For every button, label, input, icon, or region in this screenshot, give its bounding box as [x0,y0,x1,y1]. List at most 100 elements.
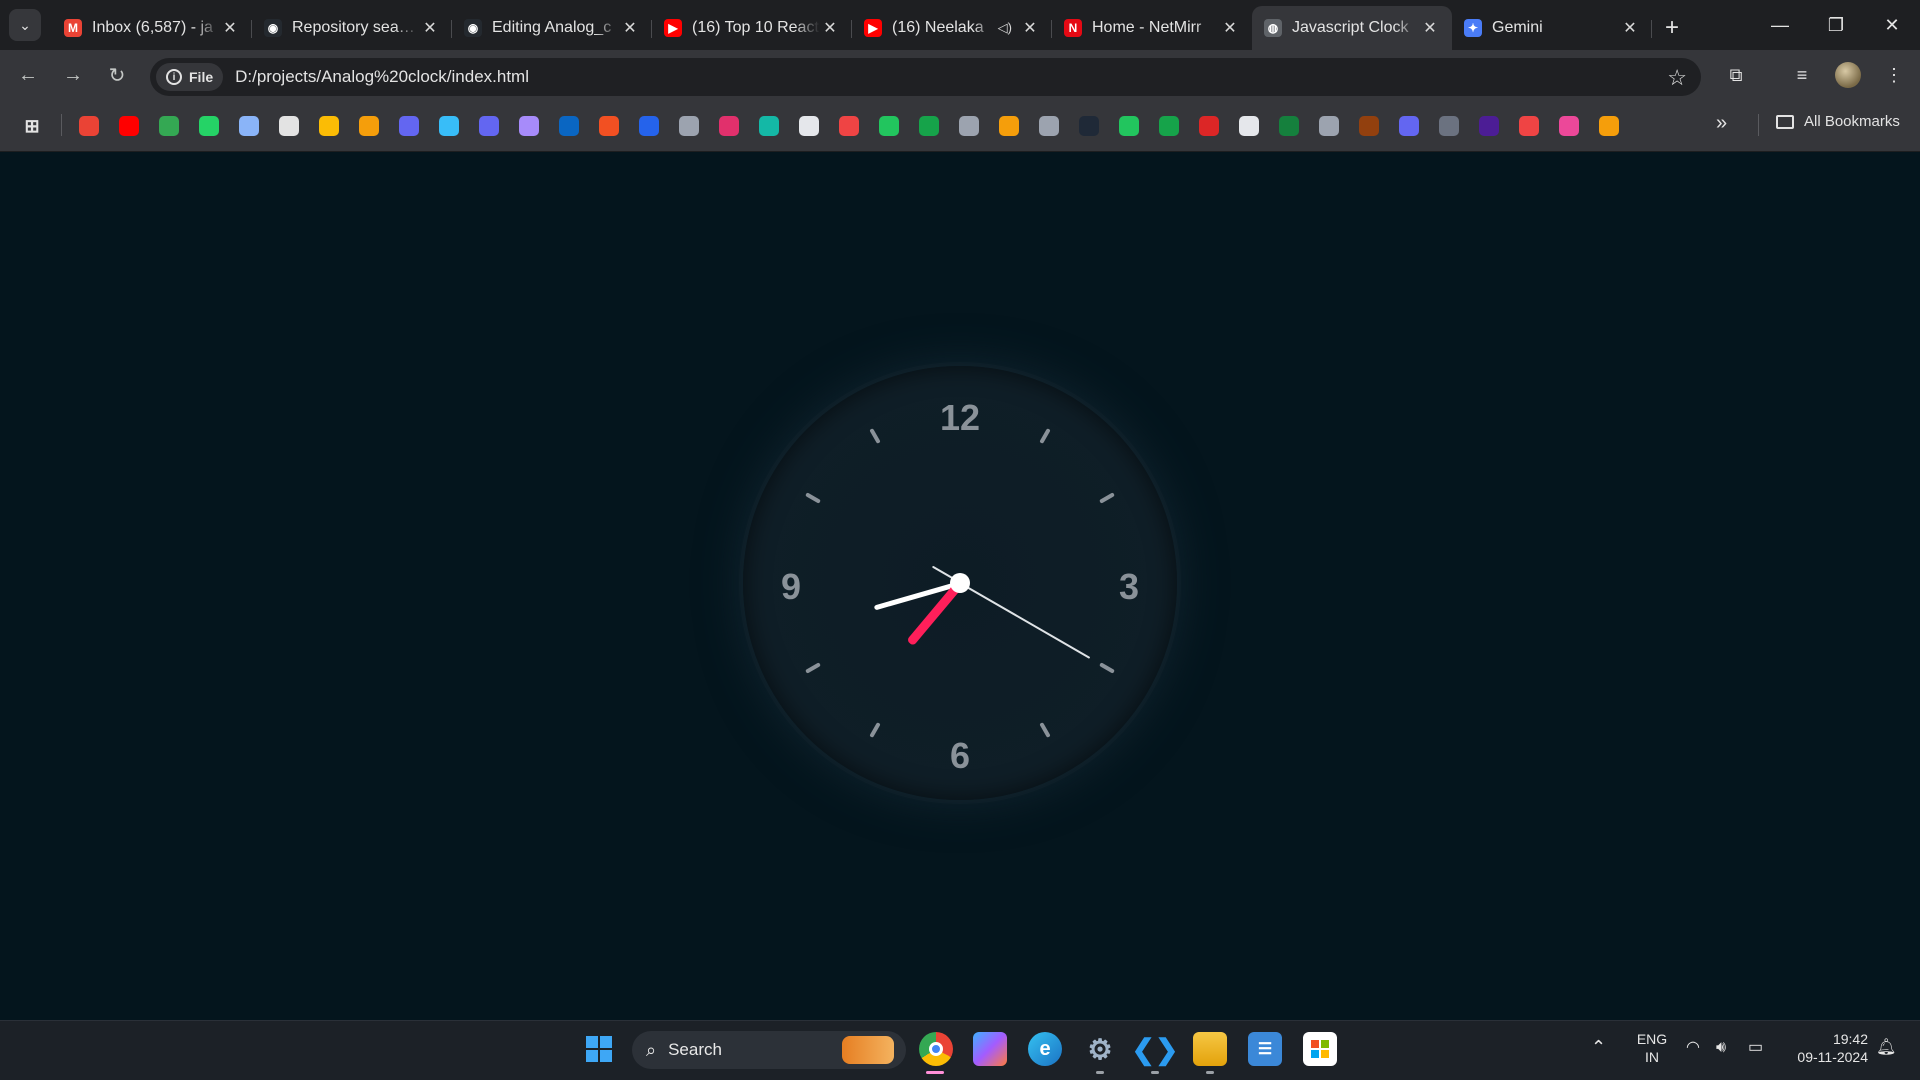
bookmark-favicon-icon[interactable] [1559,116,1579,136]
bookmark-favicon-icon[interactable] [1439,116,1459,136]
wifi-icon[interactable]: ◠ [1686,1039,1700,1057]
bookmark-favicon-icon[interactable] [919,116,939,136]
bookmark-favicon-icon[interactable] [719,116,739,136]
copilot-icon[interactable] [973,1032,1007,1066]
close-tab-icon[interactable]: ✕ [1220,18,1240,38]
speaker-icon[interactable]: ◁) [998,20,1012,36]
site-info-chip[interactable]: i File [156,63,224,91]
bookmark-favicon-icon[interactable] [199,116,219,136]
minimize-button[interactable]: — [1752,0,1808,50]
tab-3[interactable]: ▶ (16) Top 10 React ✕ [652,6,852,50]
media-control-button[interactable]: ≡ [1787,61,1817,89]
tab-0[interactable]: M Inbox (6,587) - ja ✕ [52,6,252,50]
tab-2[interactable]: ◉ Editing Analog_c ✕ [452,6,652,50]
bookmark-favicon-icon[interactable] [879,116,899,136]
bookmark-favicon-icon[interactable] [279,116,299,136]
bookmark-favicon-icon[interactable] [159,116,179,136]
tab-6[interactable]: ◍ Javascript Clock ✕ [1252,6,1452,50]
close-tab-icon[interactable]: ✕ [1620,18,1640,38]
bookmark-star-icon[interactable]: ☆ [1667,65,1687,91]
chevron-double-right-icon[interactable]: » [1716,112,1727,135]
avatar [1835,62,1861,88]
bookmark-favicon-icon[interactable] [1359,116,1379,136]
bookmark-favicon-icon[interactable] [679,116,699,136]
bookmark-favicon-icon[interactable] [839,116,859,136]
windows-start-icon[interactable] [582,1032,616,1066]
tab-1[interactable]: ◉ Repository search ✕ [252,6,452,50]
bookmark-favicon-icon[interactable] [1039,116,1059,136]
forward-button[interactable]: → [59,61,87,89]
menu-button[interactable]: ⋮ [1879,61,1909,89]
bookmark-favicon-icon[interactable] [1519,116,1539,136]
reload-button[interactable]: ↻ [103,61,131,89]
url-text[interactable]: D:/projects/Analog%20clock/index.html [235,67,529,87]
address-bar[interactable]: i File D:/projects/Analog%20clock/index.… [150,58,1701,96]
bookmark-favicon-icon[interactable] [1279,116,1299,136]
volume-icon[interactable]: 🔊︎ [1716,1039,1726,1057]
new-tab-button[interactable]: + [1652,6,1692,50]
bookmark-favicon-icon[interactable] [639,116,659,136]
extensions-button[interactable]: ⧉ [1721,61,1751,89]
bookmark-favicon-icon[interactable] [439,116,459,136]
close-tab-icon[interactable]: ✕ [820,18,840,38]
bookmark-favicon-icon[interactable] [359,116,379,136]
taskbar-search[interactable]: ⌕ Search [632,1031,906,1069]
clock-number-12: 12 [939,397,981,438]
netmirror-icon: N [1064,19,1082,37]
bookmark-favicon-icon[interactable] [759,116,779,136]
battery-icon[interactable]: ▭ [1748,1039,1763,1057]
bookmark-favicon-icon[interactable] [1079,116,1099,136]
search-placeholder: Search [668,1040,722,1059]
profile-button[interactable] [1833,61,1863,89]
bookmark-favicon-icon[interactable] [119,116,139,136]
bookmark-favicon-icon[interactable] [1199,116,1219,136]
bookmark-favicon-icon[interactable] [959,116,979,136]
apps-grid-icon[interactable]: ⊞ [22,116,42,136]
bookmark-favicon-icon[interactable] [999,116,1019,136]
close-tab-icon[interactable]: ✕ [620,18,640,38]
bookmark-favicon-icon[interactable] [1239,116,1259,136]
bookmark-favicon-icon[interactable] [519,116,539,136]
microsoft-store-icon[interactable] [1303,1032,1337,1066]
notification-bell-icon[interactable]: 🔔︎ [1876,1039,1896,1057]
tab-4[interactable]: ▶ (16) Neelaka ◁) ✕ [852,6,1052,50]
bookmark-favicon-icon[interactable] [1599,116,1619,136]
tab-5[interactable]: N Home - NetMirr ✕ [1052,6,1252,50]
bookmark-favicon-icon[interactable] [559,116,579,136]
chrome-icon[interactable] [919,1032,953,1066]
bookmark-favicon-icon[interactable] [1319,116,1339,136]
vscode-icon[interactable]: ❮❯ [1132,1032,1179,1066]
bookmark-favicon-icon[interactable] [1119,116,1139,136]
back-button[interactable]: ← [14,61,42,89]
file-explorer-icon[interactable] [1193,1032,1227,1066]
bookmark-favicon-icon[interactable] [799,116,819,136]
bookmark-favicon-icon[interactable] [1399,116,1419,136]
restore-button[interactable]: ❐ [1808,0,1864,50]
all-bookmarks-button[interactable]: All Bookmarks [1776,113,1900,130]
close-window-button[interactable]: ✕ [1864,0,1920,50]
close-tab-icon[interactable]: ✕ [1420,18,1440,38]
notepad-icon[interactable]: ☰ [1248,1032,1282,1066]
bookmark-favicon-icon[interactable] [239,116,259,136]
bookmarks-divider [61,114,62,136]
bookmark-favicon-icon[interactable] [1479,116,1499,136]
tab-search-button[interactable]: ⌄ [9,9,41,41]
bookmark-favicon-icon[interactable] [479,116,499,136]
bookmark-favicon-icon[interactable] [79,116,99,136]
gmail-icon: M [64,19,82,37]
close-tab-icon[interactable]: ✕ [1020,18,1040,38]
language-indicator[interactable]: ENG IN [1632,1030,1672,1066]
chevron-up-icon[interactable]: ⌃ [1591,1038,1606,1056]
close-tab-icon[interactable]: ✕ [220,18,240,38]
tab-strip: ⌄ M Inbox (6,587) - ja ✕ ◉ Repository search… [0,0,1920,50]
close-tab-icon[interactable]: ✕ [420,18,440,38]
bookmark-favicon-icon[interactable] [599,116,619,136]
bookmark-favicon-icon[interactable] [1159,116,1179,136]
bookmark-favicon-icon[interactable] [319,116,339,136]
settings-gear-icon[interactable]: ⚙ [1083,1032,1117,1066]
edge-icon[interactable]: e [1028,1032,1062,1066]
info-icon: i [166,69,182,85]
clock-date[interactable]: 19:42 09-11-2024 [1782,1030,1868,1066]
tab-7[interactable]: ✦ Gemini ✕ [1452,6,1652,50]
bookmark-favicon-icon[interactable] [399,116,419,136]
